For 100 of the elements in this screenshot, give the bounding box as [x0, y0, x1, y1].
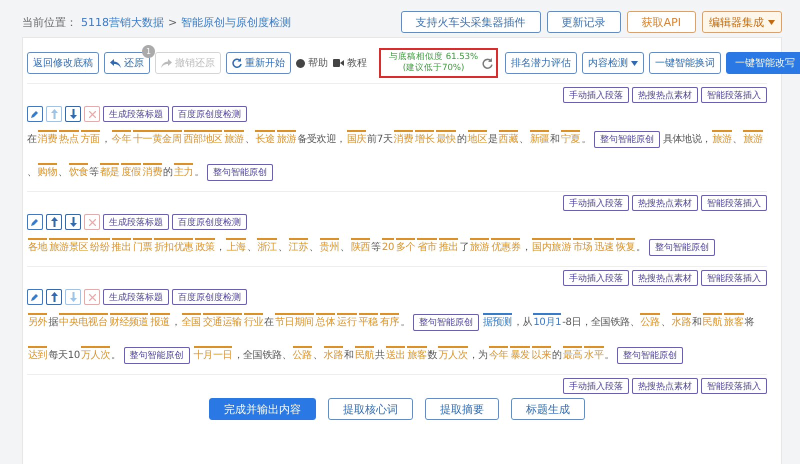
keyword[interactable]: 纷纷 [90, 238, 110, 254]
action-button[interactable]: 排名潜力评估 [505, 52, 578, 74]
keyword[interactable]: 长途 [255, 130, 275, 146]
footer-button[interactable]: 提取摘要 [425, 398, 499, 420]
keyword[interactable]: 暴发 [510, 346, 530, 362]
rewrite-sentence-button[interactable]: 整句智能原创 [412, 314, 479, 331]
keyword[interactable]: 十一黄金周 [133, 130, 182, 146]
keyword[interactable]: 民航 [354, 346, 374, 362]
rewrite-sentence-button[interactable]: 整句智能原创 [206, 164, 273, 181]
tutorial-link[interactable]: 教程 [333, 56, 367, 70]
keyword[interactable]: 方面 [80, 130, 100, 146]
paragraph-tool-button[interactable]: 生成段落标题 [103, 106, 169, 122]
breadcrumb-link[interactable]: 智能原创与原创度检测 [181, 14, 292, 30]
keyword[interactable]: 国内旅游 [532, 238, 571, 254]
footer-button[interactable]: 提取核心词 [328, 398, 413, 420]
keyword[interactable]: 达到 [28, 346, 48, 362]
keyword[interactable]: 以来 [532, 346, 552, 362]
keyword[interactable]: 国庆 [346, 130, 366, 146]
keyword[interactable]: 最高 [562, 346, 582, 362]
keyword[interactable]: 旅游 [743, 130, 763, 146]
keyword[interactable]: 贵州 [320, 238, 340, 254]
keyword[interactable]: 消费 [38, 130, 58, 146]
rewrite-sentence-button[interactable]: 整句智能原创 [648, 239, 715, 256]
keyword[interactable]: 推出 [438, 238, 458, 254]
header-button[interactable]: 获取API [626, 11, 696, 33]
breadcrumb-link[interactable]: 5118营销大数据 [81, 14, 164, 30]
back-button[interactable]: 返回修改底稿 [27, 52, 99, 74]
action-button[interactable]: 一键智能改写 [726, 52, 800, 74]
insert-button[interactable]: 智能段落插入 [701, 378, 767, 394]
paragraph-tool-button[interactable]: 百度原创度检测 [172, 106, 247, 122]
edit-button[interactable] [27, 214, 43, 230]
keyword[interactable]: 报道 [150, 313, 170, 329]
keyword[interactable]: 送出 [386, 346, 406, 362]
insert-button[interactable]: 热搜热点素材 [632, 270, 698, 286]
rewrite-sentence-button[interactable]: 整句智能原创 [124, 347, 190, 364]
keyword[interactable]: 行业 [244, 313, 264, 329]
keyword[interactable]: 万人次 [438, 346, 468, 362]
keyword[interactable]: 新疆 [530, 130, 550, 146]
move-down-button[interactable] [65, 214, 81, 230]
insert-button[interactable]: 手动插入段落 [563, 87, 629, 103]
keyword[interactable]: 主力 [174, 163, 194, 179]
keyword[interactable]: 江苏 [288, 238, 308, 254]
keyword[interactable]: 门票 [133, 238, 152, 254]
keyword[interactable]: 多个 [396, 238, 416, 254]
keyword[interactable]: 中央电视台 [59, 313, 108, 329]
keyword[interactable]: 水平 [584, 346, 604, 362]
undo-button[interactable]: 还原 [104, 52, 150, 74]
keyword[interactable]: 运行 [337, 313, 356, 329]
keyword[interactable]: 今年 [112, 130, 132, 146]
move-up-button[interactable] [46, 214, 62, 230]
keyword[interactable]: 增长 [415, 130, 434, 146]
insert-button[interactable]: 热搜热点素材 [632, 378, 698, 394]
header-button[interactable]: 编辑器集成 [702, 11, 782, 33]
paragraph-tool-button[interactable]: 生成段落标题 [103, 289, 169, 305]
keyword[interactable]: 旅游景区 [49, 238, 88, 254]
keyword[interactable]: 推出 [112, 238, 132, 254]
rewrite-sentence-button[interactable]: 整句智能原创 [594, 131, 660, 148]
move-up-button[interactable] [46, 289, 62, 305]
keyword[interactable]: 20 [382, 238, 394, 254]
keyword[interactable]: 旅游 [224, 130, 244, 146]
keyword[interactable]: 度假 [121, 163, 141, 179]
rewrite-sentence-button[interactable]: 整句智能原创 [617, 347, 684, 364]
footer-button[interactable]: 标题生成 [511, 398, 585, 420]
keyword[interactable]: 节日期间 [274, 313, 314, 329]
keyword[interactable]: 陕西 [350, 238, 370, 254]
insert-button[interactable]: 手动插入段落 [563, 195, 629, 211]
action-button[interactable]: 一键智能换词 [649, 52, 722, 74]
keyword[interactable]: 上海 [226, 238, 246, 254]
keyword[interactable]: 旅客 [724, 313, 744, 329]
keyword[interactable]: 消费 [394, 130, 414, 146]
keyword[interactable]: 公路 [640, 313, 660, 329]
keyword[interactable]: 西藏 [498, 130, 518, 146]
insert-button[interactable]: 热搜热点素材 [632, 87, 698, 103]
keyword[interactable]: 民航 [702, 313, 722, 329]
keyword[interactable]: 旅游 [712, 130, 732, 146]
insert-button[interactable]: 手动插入段落 [563, 378, 629, 394]
keyword[interactable]: 旅游 [470, 238, 490, 254]
keyword[interactable]: 省市 [417, 238, 437, 254]
keyword[interactable]: 水路 [672, 313, 691, 329]
keyword[interactable]: 优惠券 [491, 238, 520, 254]
keyword[interactable]: 折扣优惠 [154, 238, 194, 254]
header-button[interactable]: 支持火车头采集器插件 [400, 11, 541, 33]
keyword[interactable]: 市场 [572, 238, 592, 254]
keyword[interactable]: 恢复 [616, 238, 636, 254]
insert-button[interactable]: 手动插入段落 [563, 270, 629, 286]
keyword[interactable]: 另外 [28, 313, 48, 329]
keyword[interactable]: 最快 [436, 130, 456, 146]
keyword[interactable]: 消费 [142, 163, 162, 179]
header-button[interactable]: 更新记录 [546, 11, 621, 33]
keyword[interactable]: 平稳 [358, 313, 378, 329]
keyword[interactable]: 水路 [324, 346, 344, 362]
move-down-button[interactable] [65, 106, 81, 122]
paragraph-tool-button[interactable]: 百度原创度检测 [172, 289, 247, 305]
insert-button[interactable]: 智能段落插入 [701, 270, 767, 286]
keyword[interactable]: 迅速 [594, 238, 614, 254]
restart-button[interactable]: 重新开始 [226, 52, 291, 74]
insert-button[interactable]: 智能段落插入 [701, 87, 767, 103]
keyword[interactable]: 总体 [316, 313, 336, 329]
edit-button[interactable] [27, 289, 43, 305]
keyword[interactable]: 10月1 [533, 313, 562, 329]
